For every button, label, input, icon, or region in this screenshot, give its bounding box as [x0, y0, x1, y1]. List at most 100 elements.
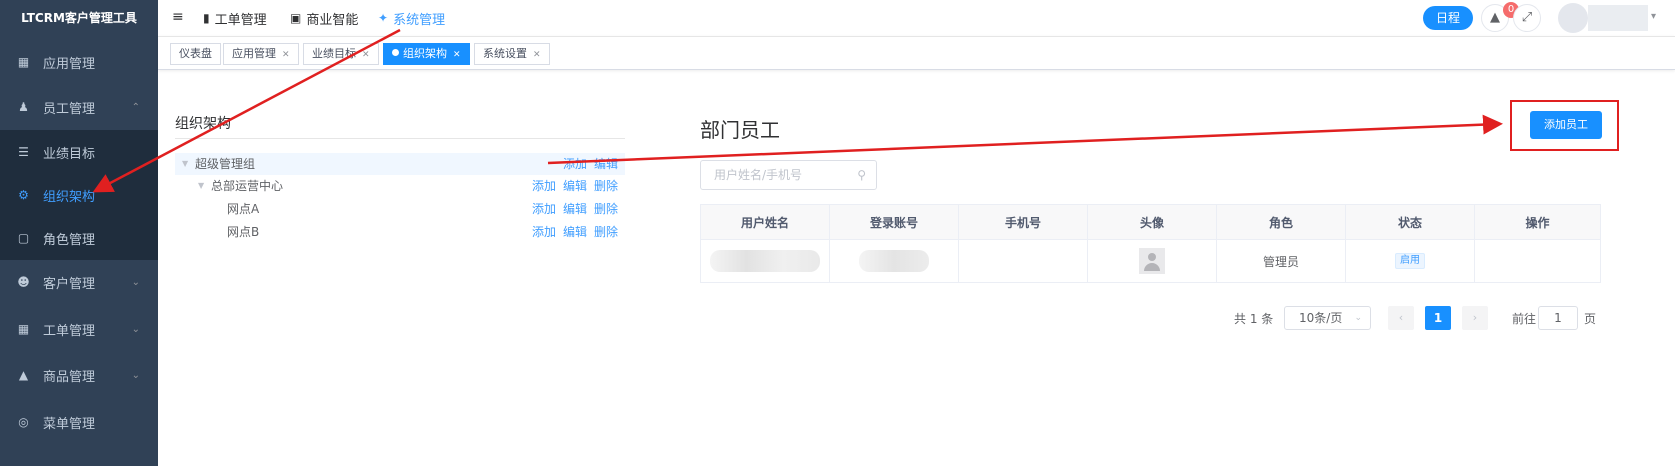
tag-label: 系统设置 [483, 47, 527, 60]
topmenu-tickets[interactable]: ▮ 工单管理 [203, 0, 267, 36]
caret-down-icon[interactable]: ▾ [1651, 11, 1656, 22]
column-header: 操作 [1525, 215, 1550, 230]
tag-apps[interactable]: 应用管理 ✕ [223, 43, 299, 65]
tree-node[interactable]: 网点A 添加 编辑 删除 [175, 198, 625, 220]
avatar-cell [1088, 240, 1217, 282]
sidebar-item-products[interactable]: ▲ 商品管理 ⌄ [0, 353, 158, 397]
close-icon[interactable]: ✕ [282, 50, 290, 60]
tree-node[interactable]: ▼ 总部运营中心 添加 编辑 删除 [175, 175, 625, 197]
close-icon[interactable]: ✕ [362, 50, 370, 60]
topmenu-label: 商业智能 [306, 12, 359, 28]
column-header: 手机号 [959, 205, 1088, 239]
sidebar-item-label: 组织架构 [43, 189, 96, 205]
column-header: 角色 [1217, 205, 1346, 239]
tree-node[interactable]: 网点B 添加 编辑 删除 [175, 221, 625, 243]
edit-link[interactable]: 编辑 [594, 153, 618, 175]
column-header: 登录账号 [830, 205, 959, 239]
chevron-down-icon: ⌄ [131, 369, 140, 381]
phone-cell [959, 240, 1088, 282]
avatar[interactable] [1558, 3, 1588, 33]
clipboard-icon: ▦ [17, 321, 30, 336]
hamburger-icon[interactable]: ≡ [172, 10, 186, 24]
topmenu-label: 系统管理 [393, 12, 446, 28]
wrench-icon: ✦ [378, 11, 389, 25]
org-icon: ⚙ [18, 187, 29, 202]
tree-node-label: 网点A [227, 202, 260, 216]
fullscreen-icon[interactable]: ⤢ [1513, 4, 1541, 32]
delete-link[interactable]: 删除 [594, 175, 618, 197]
search-input[interactable]: 用户姓名/手机号 ⚲ [700, 160, 877, 190]
sidebar-item-label: 业绩目标 [43, 146, 96, 162]
column-header: 头像 [1088, 205, 1217, 239]
actions-cell [1475, 240, 1600, 282]
topmenu-bi[interactable]: ▣ 商业智能 [290, 0, 358, 36]
page-title: 部门员工 [700, 118, 780, 142]
box-icon: ▲ [18, 367, 29, 382]
tag-label: 组织架构 [403, 47, 447, 60]
top-navbar: ≡ ▮ 工单管理 ▣ 商业智能 ✦ 系统管理 日程 ▲ 0 ⤢ ▾ [158, 0, 1675, 36]
table-row: 管理员 启用 [701, 240, 1600, 282]
add-link[interactable]: 添加 [532, 198, 556, 220]
page-size-value: 10条/页 [1299, 311, 1343, 325]
tag-org[interactable]: 组织架构 ✕ [383, 43, 470, 65]
chevron-down-icon: ⌄ [131, 276, 140, 288]
sidebar-item-apps[interactable]: ▦ 应用管理 [0, 40, 158, 84]
user-icon: ♟ [18, 99, 29, 114]
caret-down-icon[interactable]: ▼ [182, 153, 188, 175]
topmenu-system[interactable]: ✦ 系统管理 [378, 0, 445, 36]
tag-settings[interactable]: 系统设置 ✕ [474, 43, 550, 65]
sidebar-item-org[interactable]: ⚙ 组织架构 [0, 173, 158, 217]
close-icon[interactable]: ✕ [453, 50, 461, 60]
customer-icon: ☻ [17, 274, 30, 289]
search-placeholder: 用户姓名/手机号 [714, 168, 803, 182]
username-cell [701, 240, 830, 282]
annotation-highlight-box [1510, 100, 1619, 151]
status-cell: 启用 [1346, 240, 1475, 282]
app-root: LTCRM客户管理工具 ▦ 应用管理 ♟ 员工管理 ⌃ ☰ 业绩目标 ⚙ 组织架… [0, 0, 1675, 466]
sidebar-item-menus[interactable]: ◎ 菜单管理 [0, 400, 158, 444]
sidebar-item-targets[interactable]: ☰ 业绩目标 [0, 130, 158, 174]
divider [175, 138, 625, 139]
chevron-down-icon: ⌄ [1354, 313, 1362, 323]
sidebar-item-label: 角色管理 [43, 232, 96, 248]
page-unit-label: 页 [1584, 312, 1597, 326]
sidebar-item-roles[interactable]: ▢ 角色管理 [0, 216, 158, 260]
add-link[interactable]: 添加 [563, 153, 587, 175]
goto-page-input[interactable]: 1 [1538, 306, 1578, 330]
caret-down-icon[interactable]: ▼ [198, 175, 204, 197]
tree-node-label: 总部运营中心 [211, 179, 284, 193]
page-number-current[interactable]: 1 [1425, 306, 1451, 330]
tree-node[interactable]: ▼ 超级管理组 添加 编辑 [175, 153, 625, 175]
add-link[interactable]: 添加 [532, 221, 556, 243]
monitor-icon: ▣ [290, 11, 302, 25]
tag-label: 业绩目标 [312, 47, 356, 60]
edit-link[interactable]: 编辑 [563, 198, 587, 220]
grid-icon: ▦ [17, 54, 30, 69]
sidebar-item-label: 工单管理 [43, 323, 96, 339]
table-header: 用户姓名 登录账号 手机号 头像 角色 状态 操作 [701, 205, 1600, 240]
page-size-select[interactable]: 10条/页 ⌄ [1284, 306, 1371, 330]
username-blurred [1588, 5, 1648, 31]
sidebar-item-staff[interactable]: ♟ 员工管理 ⌃ [0, 85, 158, 129]
delete-link[interactable]: 删除 [594, 221, 618, 243]
topmenu-label: 工单管理 [214, 12, 267, 28]
schedule-button[interactable]: 日程 [1423, 6, 1473, 30]
status-badge: 启用 [1395, 253, 1425, 269]
prev-page-button[interactable]: ‹ [1388, 306, 1414, 330]
account-cell [830, 240, 959, 282]
tag-dashboard[interactable]: 仪表盘 [170, 43, 221, 65]
tree-node-label: 超级管理组 [195, 157, 256, 171]
add-link[interactable]: 添加 [532, 175, 556, 197]
tags-bar: 仪表盘 应用管理 ✕ 业绩目标 ✕ 组织架构 ✕ 系统设置 ✕ [158, 36, 1675, 70]
role-cell: 管理员 [1217, 240, 1346, 282]
sidebar-item-customers[interactable]: ☻ 客户管理 ⌄ [0, 260, 158, 304]
sidebar-item-label: 应用管理 [43, 56, 96, 72]
close-icon[interactable]: ✕ [533, 50, 541, 60]
goto-label: 前往 [1512, 312, 1537, 326]
next-page-button[interactable]: › [1462, 306, 1488, 330]
sidebar-item-tickets[interactable]: ▦ 工单管理 ⌄ [0, 307, 158, 351]
tag-targets[interactable]: 业绩目标 ✕ [303, 43, 379, 65]
edit-link[interactable]: 编辑 [563, 175, 587, 197]
delete-link[interactable]: 删除 [594, 198, 618, 220]
edit-link[interactable]: 编辑 [563, 221, 587, 243]
